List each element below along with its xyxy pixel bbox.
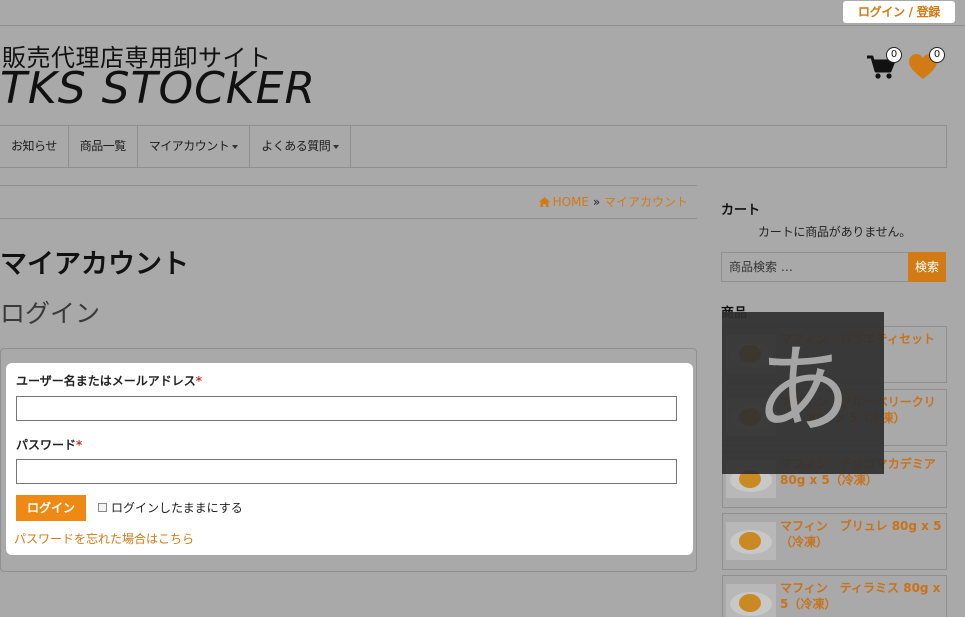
cart-count-badge: 0 bbox=[886, 47, 902, 63]
nav-item-my-account[interactable]: マイアカウント bbox=[138, 126, 251, 167]
password-label: パスワード* bbox=[16, 436, 82, 453]
food-image-part bbox=[739, 594, 761, 612]
nav-item-news[interactable]: お知らせ bbox=[0, 126, 69, 167]
login-section-title: ログイン bbox=[0, 299, 101, 328]
username-input[interactable] bbox=[16, 396, 677, 421]
product-thumbnail[interactable] bbox=[726, 522, 776, 560]
caret-down-icon bbox=[232, 144, 239, 149]
password-input[interactable] bbox=[16, 459, 677, 484]
breadcrumb: HOME » マイアカウント bbox=[538, 193, 688, 210]
caret-down-icon bbox=[333, 144, 340, 149]
product-item[interactable]: マフィン ティラミス 80g x 5（冷凍） bbox=[722, 575, 947, 617]
food-image-part bbox=[739, 532, 761, 550]
breadcrumb-separator: » bbox=[592, 195, 601, 209]
nav-item-products[interactable]: 商品一覧 bbox=[69, 126, 138, 167]
product-name[interactable]: マフィン ブリュレ 80g x 5（冷凍） bbox=[780, 518, 945, 550]
username-label-text: ユーザー名またはメールアドレス bbox=[16, 374, 196, 388]
username-label: ユーザー名またはメールアドレス* bbox=[16, 372, 202, 389]
nav-item-faq[interactable]: よくある質問 bbox=[250, 126, 352, 167]
remember-me-checkbox[interactable] bbox=[98, 503, 107, 512]
breadcrumb-top-divider bbox=[0, 185, 697, 186]
product-item[interactable]: マフィン ブリュレ 80g x 5（冷凍） bbox=[722, 513, 947, 570]
wishlist-count-badge: 0 bbox=[929, 47, 945, 63]
product-search-button[interactable]: 検索 bbox=[908, 252, 946, 282]
nav-item-faq-label: よくある質問 bbox=[261, 139, 331, 153]
login-register-link[interactable]: ログイン / 登録 bbox=[843, 1, 955, 23]
site-logo-title[interactable]: TKS STOCKER bbox=[0, 63, 316, 114]
nav-item-my-account-label: マイアカウント bbox=[148, 139, 230, 153]
lost-password-link[interactable]: パスワードを忘れた場合はこちら bbox=[14, 530, 194, 547]
remember-me-label[interactable]: ログインしたままにする bbox=[111, 501, 243, 515]
required-mark: * bbox=[195, 374, 203, 388]
required-mark: * bbox=[76, 438, 83, 452]
product-name[interactable]: マフィン ティラミス 80g x 5（冷凍） bbox=[780, 580, 945, 612]
page-title: マイアカウント bbox=[0, 249, 189, 280]
sidebar-cart-empty-message: カートに商品がありません。 bbox=[758, 225, 912, 239]
top-divider bbox=[0, 25, 965, 26]
breadcrumb-bottom-divider bbox=[0, 218, 697, 219]
main-navigation: お知らせ 商品一覧 マイアカウント よくある質問 bbox=[0, 125, 947, 168]
breadcrumb-current[interactable]: マイアカウント bbox=[604, 195, 688, 209]
sidebar-cart-heading: カート bbox=[721, 203, 761, 218]
product-thumbnail[interactable] bbox=[726, 584, 776, 617]
login-submit-button[interactable]: ログイン bbox=[16, 495, 86, 521]
breadcrumb-home-link[interactable]: HOME bbox=[553, 195, 589, 209]
ime-mode-indicator: あ bbox=[722, 312, 884, 474]
remember-me: ログインしたままにする bbox=[98, 499, 243, 516]
product-search-input[interactable]: 商品検索 … bbox=[721, 252, 909, 282]
password-label-text: パスワード bbox=[16, 438, 77, 452]
home-icon bbox=[538, 197, 550, 207]
